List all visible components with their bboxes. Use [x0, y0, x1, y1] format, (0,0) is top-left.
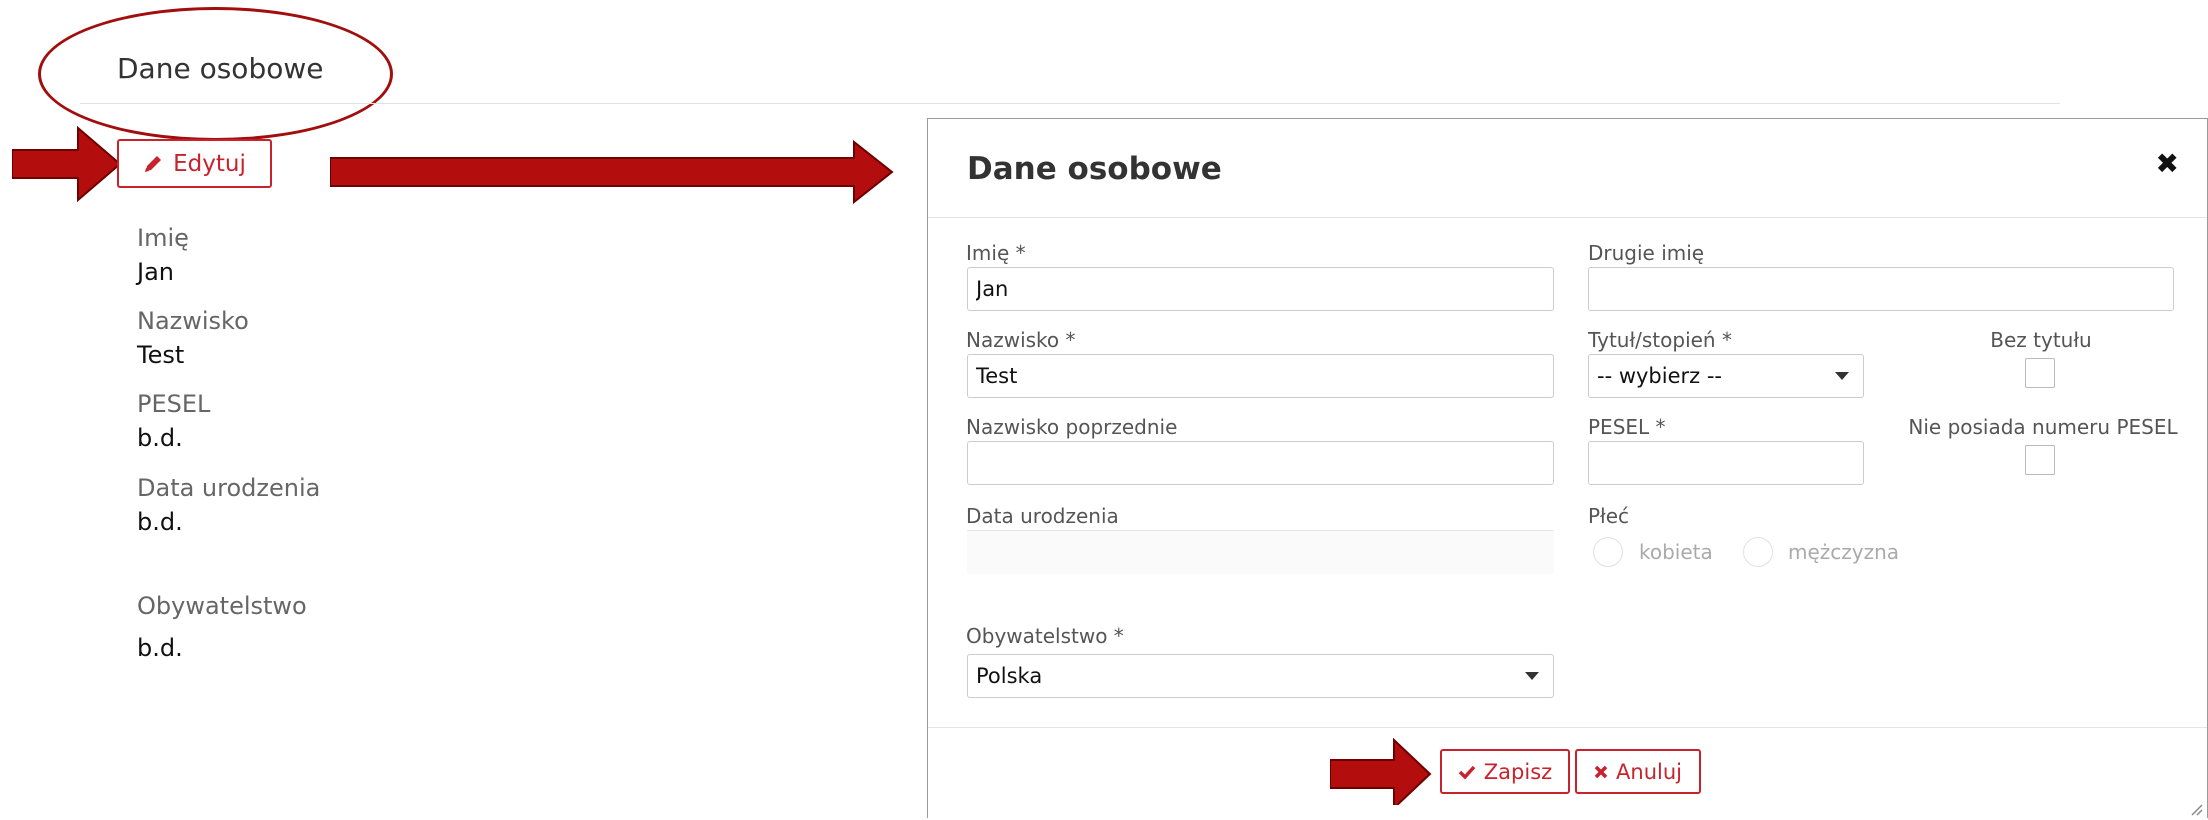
section-title: Dane osobowe [117, 52, 324, 85]
pesel-label: PESEL * [1588, 415, 1666, 439]
annotation-arrow-edit [12, 126, 122, 202]
field-value-pesel: b.d. [137, 424, 183, 452]
gender-female-radio[interactable] [1593, 537, 1623, 567]
cancel-button-label: Anuluj [1616, 759, 1682, 784]
first-name-input[interactable] [967, 267, 1554, 311]
chevron-down-icon [1835, 372, 1849, 380]
cancel-button[interactable]: Anuluj [1575, 749, 1701, 794]
edit-modal: Dane osobowe ✖ Imię * Drugie imię Nazwis… [927, 118, 2208, 820]
title-degree-select[interactable]: -- wybierz -- [1588, 354, 1864, 398]
first-name-label: Imię * [966, 241, 1026, 265]
title-degree-label: Tytuł/stopień * [1588, 328, 1732, 352]
gender-label: Płeć [1588, 504, 1630, 528]
resize-handle-icon[interactable] [2189, 802, 2203, 816]
field-value-birth-date: b.d. [137, 508, 183, 536]
field-label-pesel: PESEL [137, 390, 211, 418]
pencil-icon [145, 155, 162, 172]
modal-footer: Zapisz Anuluj [928, 727, 2207, 820]
field-label-last-name: Nazwisko [137, 307, 249, 335]
birth-date-label: Data urodzenia [966, 504, 1119, 528]
annotation-arrow-modal [330, 140, 894, 204]
title-degree-selected: -- wybierz -- [1597, 364, 1723, 388]
second-name-input[interactable] [1588, 267, 2174, 311]
check-icon [1458, 765, 1476, 780]
last-name-label: Nazwisko * [966, 328, 1076, 352]
times-icon [1594, 765, 1608, 778]
no-title-label: Bez tytułu [1990, 328, 2092, 352]
pesel-input[interactable] [1588, 441, 1864, 485]
previous-last-name-input[interactable] [967, 441, 1554, 485]
field-value-citizenship: b.d. [137, 634, 183, 662]
previous-last-name-label: Nazwisko poprzednie [966, 415, 1178, 439]
edit-button[interactable]: Edytuj [117, 139, 272, 188]
chevron-down-icon [1525, 672, 1539, 680]
last-name-input[interactable] [967, 354, 1554, 398]
save-button[interactable]: Zapisz [1440, 749, 1570, 794]
field-value-last-name: Test [137, 341, 185, 369]
gender-female-label: kobieta [1639, 540, 1713, 564]
gender-male-label: mężczyzna [1788, 540, 1900, 564]
modal-header: Dane osobowe ✖ [928, 119, 2207, 218]
field-label-birth-date: Data urodzenia [137, 474, 321, 502]
field-value-first-name: Jan [137, 258, 174, 286]
no-pesel-checkbox[interactable] [2025, 445, 2055, 475]
citizenship-select[interactable]: Polska [967, 654, 1554, 698]
save-button-label: Zapisz [1483, 759, 1553, 784]
field-label-first-name: Imię [137, 224, 189, 252]
annotation-arrow-save [1330, 738, 1432, 805]
field-label-citizenship: Obywatelstwo [137, 592, 307, 620]
birth-date-input[interactable] [967, 530, 1554, 574]
edit-button-label: Edytuj [173, 150, 246, 177]
gender-male-radio[interactable] [1743, 537, 1773, 567]
citizenship-label: Obywatelstwo * [966, 624, 1124, 648]
modal-title: Dane osobowe [967, 151, 1222, 187]
close-icon[interactable]: ✖ [2156, 147, 2179, 180]
section-divider [80, 103, 2060, 104]
citizenship-selected: Polska [976, 664, 1043, 688]
no-title-checkbox[interactable] [2025, 358, 2055, 388]
second-name-label: Drugie imię [1588, 241, 1705, 265]
no-pesel-label: Nie posiada numeru PESEL [1908, 415, 2178, 439]
